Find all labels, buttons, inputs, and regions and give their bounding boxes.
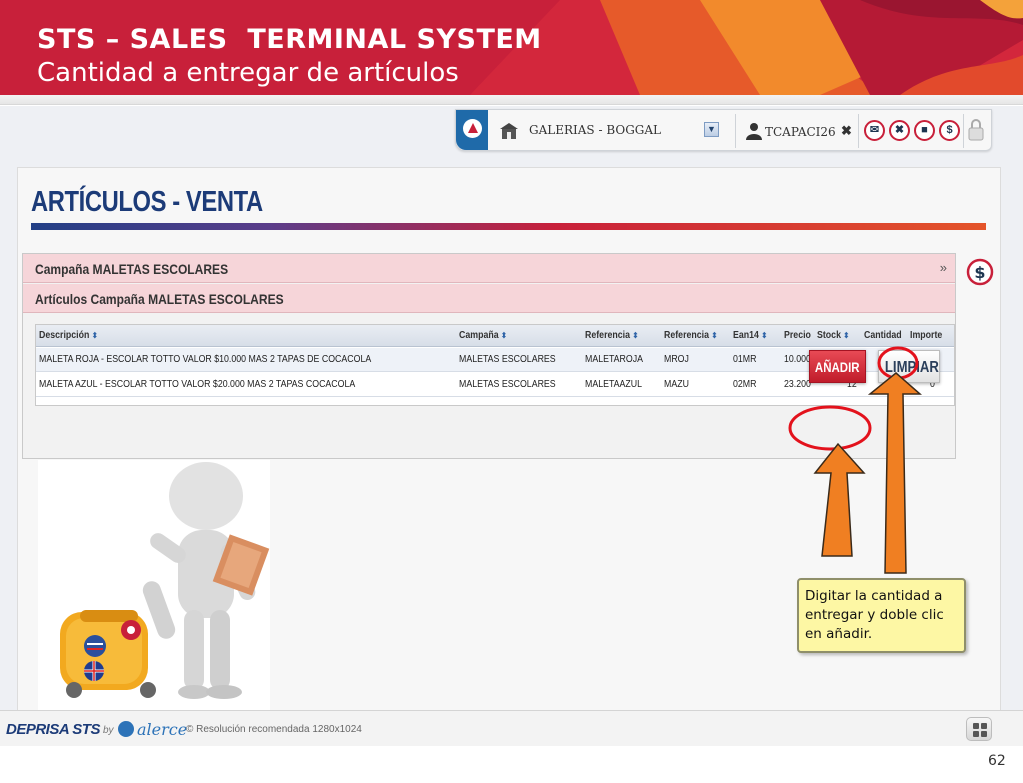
mail-icon[interactable]: ✉ bbox=[864, 120, 885, 141]
footer-partner: alerce bbox=[137, 720, 188, 739]
cell-campana: MALETAS ESCOLARES bbox=[459, 354, 556, 365]
cell-ean14: 02MR bbox=[733, 379, 757, 390]
slide-header: STS – SALES TERMINAL SYSTEM Cantidad a e… bbox=[0, 0, 1023, 95]
chevron-down-icon[interactable]: ▼ bbox=[704, 122, 719, 137]
instruction-callout: Digitar la cantidad a entregar y doble c… bbox=[797, 578, 966, 653]
cell-referencia-2: MAZU bbox=[664, 379, 689, 390]
sort-icon: ⬍ bbox=[91, 331, 98, 340]
col-referencia-2[interactable]: Referencia ⬍ bbox=[664, 330, 717, 341]
app-logo[interactable] bbox=[456, 110, 488, 150]
store-name: GALERIAS - BOGGAL bbox=[529, 123, 662, 137]
user-name: TCAPACI26 bbox=[765, 125, 836, 139]
slide-title: STS – SALES TERMINAL SYSTEM bbox=[37, 24, 542, 55]
campaign-label: Campaña MALETAS ESCOLARES bbox=[35, 261, 229, 277]
sort-icon: ⬍ bbox=[711, 331, 718, 340]
traveler-illustration bbox=[38, 460, 270, 710]
store-icon bbox=[500, 123, 518, 139]
logo-icon bbox=[463, 119, 482, 138]
slide-subtitle: Cantidad a entregar de artículos bbox=[37, 58, 459, 88]
clear-button[interactable]: LIMPIAR bbox=[878, 350, 940, 383]
articles-campaign-label: Artículos Campaña MALETAS ESCOLARES bbox=[35, 291, 284, 307]
sort-icon: ⬍ bbox=[761, 331, 768, 340]
cell-campana: MALETAS ESCOLARES bbox=[459, 379, 556, 390]
expand-icon[interactable]: » bbox=[940, 260, 947, 275]
cancel-icon[interactable]: ✖ bbox=[889, 120, 910, 141]
grid-menu-icon[interactable] bbox=[966, 717, 992, 741]
cell-precio: 23.200 bbox=[784, 379, 811, 390]
add-button[interactable]: AÑADIR bbox=[809, 350, 866, 383]
col-campana[interactable]: Campaña ⬍ bbox=[459, 330, 507, 341]
clear-button-label: LIMPIAR bbox=[884, 359, 939, 376]
col-cantidad[interactable]: Cantidad bbox=[864, 330, 902, 341]
col-precio[interactable]: Precio bbox=[784, 330, 811, 341]
cell-referencia-2: MROJ bbox=[664, 354, 689, 365]
sort-icon: ⬍ bbox=[632, 331, 639, 340]
app-footer: DEPRISA STS by alerce © Resolución recom… bbox=[0, 710, 1023, 746]
user-icon bbox=[746, 123, 762, 140]
alerce-logo-icon bbox=[118, 721, 134, 737]
cell-referencia: MALETAROJA bbox=[585, 354, 644, 365]
col-stock[interactable]: Stock ⬍ bbox=[817, 330, 849, 341]
dollar-icon[interactable]: $ bbox=[939, 120, 960, 141]
articles-campaign-row[interactable]: Artículos Campaña MALETAS ESCOLARES bbox=[23, 284, 955, 313]
page-number: 62 bbox=[988, 753, 1006, 769]
sort-icon: ⬍ bbox=[501, 331, 507, 340]
table-header: Descripción ⬍ Campaña ⬍ Referencia ⬍ Ref… bbox=[36, 325, 954, 347]
footer-resolution: © Resolución recomendada 1280x1024 bbox=[186, 724, 362, 735]
col-descripcion[interactable]: Descripción ⬍ bbox=[39, 330, 98, 341]
divider bbox=[735, 114, 736, 148]
close-icon[interactable]: ✖ bbox=[841, 123, 852, 139]
campaign-row[interactable]: Campaña MALETAS ESCOLARES » bbox=[23, 254, 955, 283]
cell-precio: 10.000 bbox=[784, 354, 811, 365]
dollar-glyph: $ bbox=[974, 263, 985, 282]
col-referencia[interactable]: Referencia ⬍ bbox=[585, 330, 638, 341]
divider bbox=[858, 114, 859, 148]
col-importe[interactable]: Importe bbox=[910, 330, 942, 341]
top-bar: GALERIAS - BOGGAL ▼ TCAPACI26 ✖ ✉ ✖ ■ $ bbox=[455, 109, 992, 151]
footer-by: by bbox=[103, 725, 114, 736]
dollar-icon[interactable]: $ bbox=[966, 256, 994, 288]
cell-descripcion: MALETA ROJA - ESCOLAR TOTTO VALOR $10.00… bbox=[39, 354, 372, 365]
sort-icon: ⬍ bbox=[843, 331, 850, 340]
cell-ean14: 01MR bbox=[733, 354, 757, 365]
divider bbox=[963, 114, 964, 148]
heading-gradient-bar bbox=[31, 223, 986, 230]
page-title: ARTÍCULOS - VENTA bbox=[31, 186, 263, 218]
cell-descripcion: MALETA AZUL - ESCOLAR TOTTO VALOR $20.00… bbox=[39, 379, 356, 390]
header-divider bbox=[0, 95, 1023, 105]
bag-icon[interactable]: ■ bbox=[914, 120, 935, 141]
lock-icon[interactable] bbox=[968, 119, 984, 141]
cell-referencia: MALETAAZUL bbox=[585, 379, 643, 390]
col-ean14[interactable]: Ean14 ⬍ bbox=[733, 330, 767, 341]
footer-brand: DEPRISA STS bbox=[6, 721, 100, 738]
add-button-label: AÑADIR bbox=[815, 359, 860, 375]
